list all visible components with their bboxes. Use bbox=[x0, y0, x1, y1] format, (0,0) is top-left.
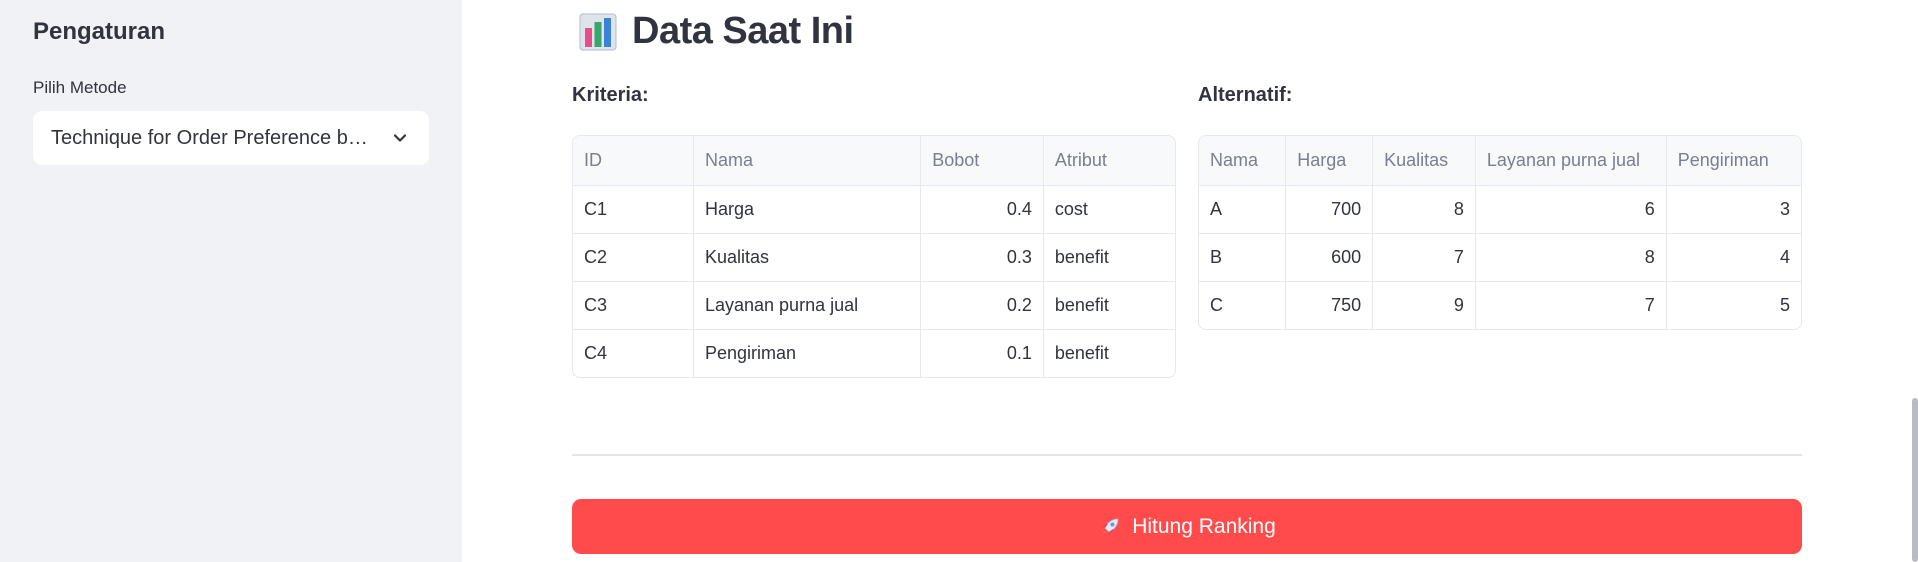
table-cell[interactable]: C bbox=[1199, 281, 1287, 329]
table-cell[interactable]: C3 bbox=[573, 281, 694, 330]
sidebar-title: Pengaturan bbox=[33, 18, 166, 45]
kriteria-label: Kriteria: bbox=[572, 84, 649, 106]
column-header[interactable]: Nama bbox=[693, 136, 922, 186]
table-row: C3 Layanan purna jual 0.2 benefit bbox=[573, 281, 1175, 330]
table-cell[interactable]: 8 bbox=[1372, 185, 1476, 234]
scrollbar-thumb[interactable] bbox=[1912, 398, 1918, 562]
column-header[interactable]: Nama bbox=[1199, 136, 1287, 186]
hitung-ranking-label: Hitung Ranking bbox=[1132, 514, 1276, 538]
hitung-ranking-button[interactable]: Hitung Ranking bbox=[572, 499, 1802, 554]
table-cell[interactable]: cost bbox=[1043, 185, 1175, 234]
divider bbox=[572, 454, 1802, 456]
table-cell[interactable]: benefit bbox=[1043, 233, 1175, 282]
table-row: C 750 9 7 5 bbox=[1199, 281, 1801, 329]
column-header[interactable]: Layanan purna jual bbox=[1475, 136, 1667, 186]
rocket-icon bbox=[1102, 518, 1119, 535]
table-cell[interactable]: 0.4 bbox=[920, 185, 1044, 234]
bar-chart-icon bbox=[579, 13, 617, 50]
table-row: C1 Harga 0.4 cost bbox=[573, 185, 1175, 234]
table-cell[interactable]: 0.1 bbox=[920, 329, 1044, 377]
alternatif-label: Alternatif: bbox=[1198, 84, 1293, 106]
table-cell[interactable]: 700 bbox=[1285, 185, 1374, 234]
table-cell[interactable]: 5 bbox=[1666, 281, 1801, 329]
table-cell[interactable]: benefit bbox=[1043, 281, 1175, 330]
column-header[interactable]: Kualitas bbox=[1372, 136, 1476, 186]
table-cell[interactable]: 8 bbox=[1475, 233, 1667, 282]
table-cell[interactable]: 0.2 bbox=[920, 281, 1044, 330]
table-cell[interactable]: B bbox=[1199, 233, 1287, 282]
table-cell[interactable]: 4 bbox=[1666, 233, 1801, 282]
sidebar: Pengaturan Pilih Metode Technique for Or… bbox=[0, 0, 462, 562]
table-cell[interactable]: 0.3 bbox=[920, 233, 1044, 282]
main-content: Data Saat Ini Kriteria: Alternatif: ID N… bbox=[462, 0, 1918, 562]
column-header[interactable]: Bobot bbox=[920, 136, 1044, 186]
page-title-text: Data Saat Ini bbox=[632, 10, 854, 52]
table-cell[interactable]: benefit bbox=[1043, 329, 1175, 377]
column-header[interactable]: ID bbox=[573, 136, 694, 186]
table-cell[interactable]: Kualitas bbox=[693, 233, 922, 282]
table-cell[interactable]: Pengiriman bbox=[693, 329, 922, 377]
table-row: A 700 8 6 3 bbox=[1199, 185, 1801, 234]
chevron-down-icon bbox=[393, 134, 407, 142]
table-row: C2 Kualitas 0.3 benefit bbox=[573, 233, 1175, 282]
table-cell[interactable]: 3 bbox=[1666, 185, 1801, 234]
table-cell[interactable]: 600 bbox=[1285, 233, 1374, 282]
table-cell[interactable]: 9 bbox=[1372, 281, 1476, 329]
table-cell[interactable]: C2 bbox=[573, 233, 694, 282]
page-title: Data Saat Ini bbox=[578, 10, 854, 53]
table-cell[interactable]: C1 bbox=[573, 185, 694, 234]
column-header[interactable]: Pengiriman bbox=[1666, 136, 1801, 186]
table-cell[interactable]: 750 bbox=[1285, 281, 1374, 329]
table-row: B 600 7 8 4 bbox=[1199, 233, 1801, 282]
column-header[interactable]: Harga bbox=[1285, 136, 1374, 186]
table-header-row: ID Nama Bobot Atribut bbox=[573, 136, 1175, 186]
method-select-label: Pilih Metode bbox=[33, 78, 127, 97]
table-cell[interactable]: 6 bbox=[1475, 185, 1667, 234]
alternatif-table[interactable]: Nama Harga Kualitas Layanan purna jual P… bbox=[1198, 135, 1802, 330]
method-select[interactable]: Technique for Order Preference by Simila… bbox=[33, 111, 429, 165]
kriteria-table[interactable]: ID Nama Bobot Atribut C1 Harga 0.4 cost … bbox=[572, 135, 1176, 378]
column-header[interactable]: Atribut bbox=[1043, 136, 1175, 186]
table-cell[interactable]: 7 bbox=[1372, 233, 1476, 282]
table-row: C4 Pengiriman 0.1 benefit bbox=[573, 329, 1175, 377]
table-cell[interactable]: Layanan purna jual bbox=[693, 281, 922, 330]
table-cell[interactable]: 7 bbox=[1475, 281, 1667, 329]
table-cell[interactable]: A bbox=[1199, 185, 1287, 234]
table-cell[interactable]: C4 bbox=[573, 329, 694, 377]
table-header-row: Nama Harga Kualitas Layanan purna jual P… bbox=[1199, 136, 1801, 186]
method-select-value: Technique for Order Preference by Simila… bbox=[51, 126, 371, 149]
table-cell[interactable]: Harga bbox=[693, 185, 922, 234]
